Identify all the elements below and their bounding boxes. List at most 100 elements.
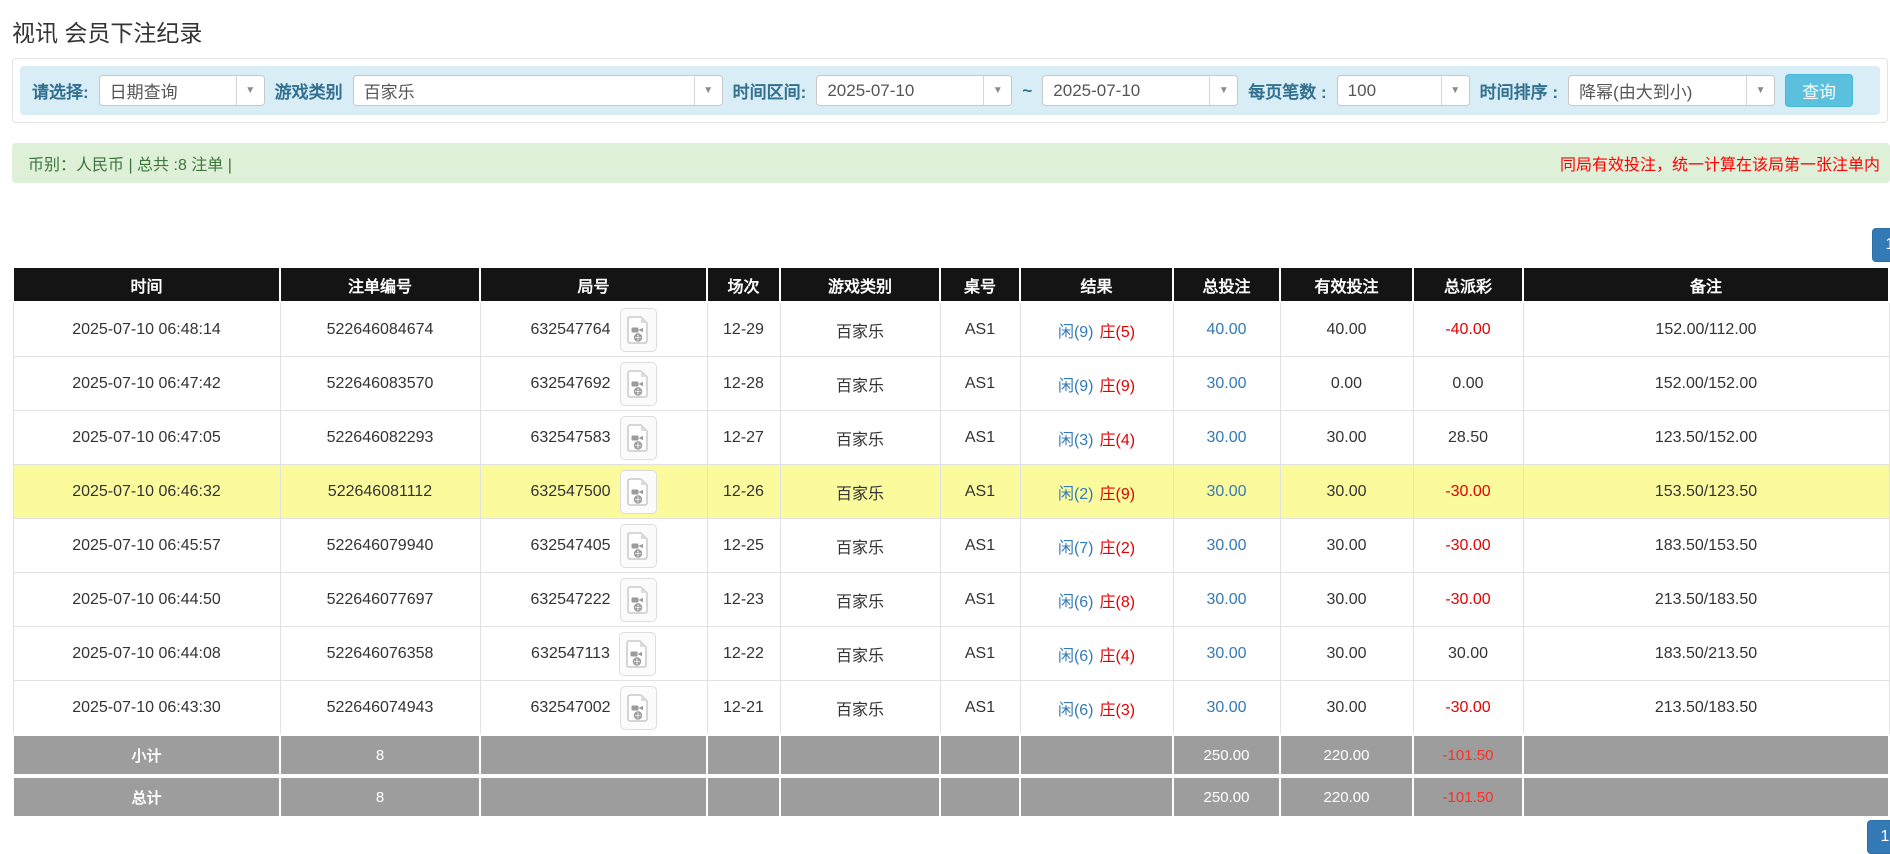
total-bet-link[interactable]: 30.00 <box>1206 699 1246 716</box>
cell-note: 183.50/213.50 <box>1523 627 1889 681</box>
header-total-bet: 总投注 <box>1173 267 1280 302</box>
cell-bet-id: 522646076358 <box>280 627 480 681</box>
total-bet-link[interactable]: 30.00 <box>1206 375 1246 392</box>
date-to-select[interactable]: 2025-07-10 ▼ <box>1042 75 1238 106</box>
cell-bet-id: 522646074943 <box>280 681 480 736</box>
total-bet-link[interactable]: 30.00 <box>1206 429 1246 446</box>
video-record-button[interactable] <box>620 524 657 568</box>
cell-session: 12-23 <box>707 573 780 627</box>
cell-round-id: 632547222 <box>480 573 707 627</box>
cell-valid-bet: 0.00 <box>1280 357 1413 411</box>
game-type-select[interactable]: 百家乐 ▼ <box>353 75 723 106</box>
subtotal-row: 小计 8 250.00 220.00 -101.50 <box>13 735 1889 776</box>
result-player: 闲(9) <box>1058 378 1094 395</box>
date-to-value: 2025-07-10 <box>1043 76 1209 105</box>
header-payout: 总派彩 <box>1413 267 1523 302</box>
header-valid-bet: 有效投注 <box>1280 267 1413 302</box>
cell-table-no: AS1 <box>940 302 1020 357</box>
cell-payout: -30.00 <box>1413 465 1523 519</box>
header-table-no: 桌号 <box>940 267 1020 302</box>
video-record-button[interactable] <box>620 362 657 406</box>
total-bet-link[interactable]: 30.00 <box>1206 483 1246 500</box>
header-note: 备注 <box>1523 267 1889 302</box>
cell-time: 2025-07-10 06:43:30 <box>13 681 280 736</box>
video-file-icon <box>627 694 649 722</box>
cell-payout: 28.50 <box>1413 411 1523 465</box>
subtotal-valid-bet: 220.00 <box>1280 735 1413 776</box>
cell-result: 闲(9)庄(5) <box>1020 302 1173 357</box>
round-number: 632547692 <box>530 375 610 393</box>
video-file-icon <box>627 532 649 560</box>
filter-bar: 请选择: 日期查询 ▼ 游戏类别 百家乐 ▼ 时间区间: 2025-07-10 … <box>20 66 1880 115</box>
table-header-row: 时间 注单编号 局号 场次 游戏类别 桌号 结果 总投注 有效投注 总派彩 备注 <box>13 267 1889 302</box>
pagination-page-1-top[interactable]: 1 <box>1872 228 1890 262</box>
cell-session: 12-28 <box>707 357 780 411</box>
cell-bet-id: 522646083570 <box>280 357 480 411</box>
header-bet-id: 注单编号 <box>280 267 480 302</box>
pagination-page-1-bottom[interactable]: 1 <box>1867 820 1890 854</box>
table-row: 2025-07-10 06:46:32 522646081112 6325475… <box>13 465 1889 519</box>
chevron-down-icon[interactable]: ▼ <box>1209 76 1237 105</box>
currency-total-text: 币别：人民币 | 总共 :8 注单 | <box>28 151 232 175</box>
total-bet-link[interactable]: 40.00 <box>1206 321 1246 338</box>
valid-bet-notice: 同局有效投注，统一计算在该局第一张注单内 <box>1560 151 1880 175</box>
cell-result: 闲(7)庄(2) <box>1020 519 1173 573</box>
total-bet-link[interactable]: 30.00 <box>1206 537 1246 554</box>
round-number: 632547222 <box>530 591 610 609</box>
cell-game-type: 百家乐 <box>780 302 940 357</box>
cell-note: 152.00/152.00 <box>1523 357 1889 411</box>
chevron-down-icon[interactable]: ▼ <box>236 76 264 105</box>
round-number: 632547113 <box>531 645 610 663</box>
cell-note: 153.50/123.50 <box>1523 465 1889 519</box>
page-size-select[interactable]: 100 ▼ <box>1337 75 1470 106</box>
total-bet-link[interactable]: 30.00 <box>1206 591 1246 608</box>
cell-time: 2025-07-10 06:44:08 <box>13 627 280 681</box>
chevron-down-icon[interactable]: ▼ <box>983 76 1011 105</box>
chevron-down-icon[interactable]: ▼ <box>694 76 722 105</box>
cell-session: 12-21 <box>707 681 780 736</box>
query-type-select[interactable]: 日期查询 ▼ <box>99 75 265 106</box>
video-record-button[interactable] <box>620 578 657 622</box>
total-bet-link[interactable]: 30.00 <box>1206 645 1246 662</box>
result-player: 闲(3) <box>1058 432 1094 449</box>
result-banker: 庄(2) <box>1100 540 1136 557</box>
round-number: 632547405 <box>530 537 610 555</box>
subtotal-payout: -101.50 <box>1413 735 1523 776</box>
cell-note: 183.50/153.50 <box>1523 519 1889 573</box>
cell-game-type: 百家乐 <box>780 411 940 465</box>
video-record-button[interactable] <box>620 308 657 352</box>
video-record-button[interactable] <box>619 632 656 676</box>
cell-note: 123.50/152.00 <box>1523 411 1889 465</box>
cell-payout: -40.00 <box>1413 302 1523 357</box>
page-size-label: 每页笔数 : <box>1248 78 1326 103</box>
table-row: 2025-07-10 06:47:42 522646083570 6325476… <box>13 357 1889 411</box>
cell-total-bet: 30.00 <box>1173 681 1280 736</box>
table-row: 2025-07-10 06:44:50 522646077697 6325472… <box>13 573 1889 627</box>
result-player: 闲(6) <box>1058 702 1094 719</box>
cell-time: 2025-07-10 06:48:14 <box>13 302 280 357</box>
grand-total-total-bet: 250.00 <box>1173 776 1280 817</box>
chevron-down-icon[interactable]: ▼ <box>1746 76 1774 105</box>
header-result: 结果 <box>1020 267 1173 302</box>
grand-total-row: 总计 8 250.00 220.00 -101.50 <box>13 776 1889 817</box>
cell-round-id: 632547583 <box>480 411 707 465</box>
search-button[interactable]: 查询 <box>1785 74 1853 107</box>
sort-order-value: 降幂(由大到小) <box>1569 76 1746 105</box>
date-from-select[interactable]: 2025-07-10 ▼ <box>816 75 1012 106</box>
result-banker: 庄(3) <box>1100 702 1136 719</box>
table-row: 2025-07-10 06:43:30 522646074943 6325470… <box>13 681 1889 736</box>
table-row: 2025-07-10 06:45:57 522646079940 6325474… <box>13 519 1889 573</box>
grand-total-valid-bet: 220.00 <box>1280 776 1413 817</box>
sort-order-select[interactable]: 降幂(由大到小) ▼ <box>1568 75 1775 106</box>
header-round-id: 局号 <box>480 267 707 302</box>
video-record-button[interactable] <box>620 686 657 730</box>
video-record-button[interactable] <box>620 470 657 514</box>
chevron-down-icon[interactable]: ▼ <box>1441 76 1469 105</box>
round-number: 632547764 <box>530 321 610 339</box>
video-file-icon <box>627 586 649 614</box>
video-record-button[interactable] <box>620 416 657 460</box>
table-row: 2025-07-10 06:48:14 522646084674 6325477… <box>13 302 1889 357</box>
subtotal-total-bet: 250.00 <box>1173 735 1280 776</box>
cell-bet-id: 522646084674 <box>280 302 480 357</box>
cell-valid-bet: 40.00 <box>1280 302 1413 357</box>
